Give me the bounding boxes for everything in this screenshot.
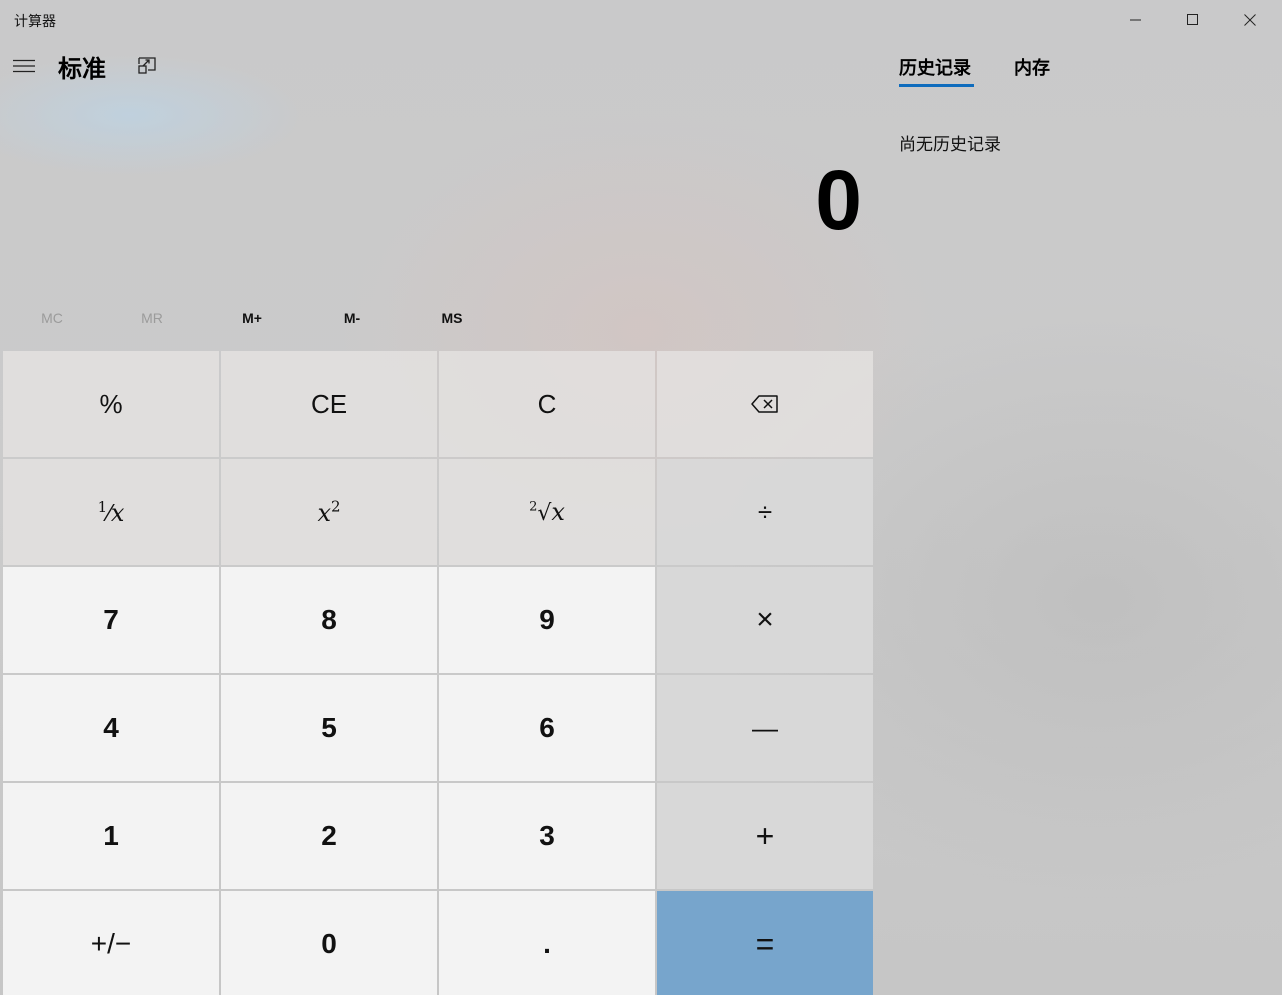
subtract-button[interactable]: — (657, 675, 873, 781)
maximize-button[interactable] (1165, 0, 1221, 40)
root-variable: x (551, 498, 565, 526)
square-variable: x (317, 498, 331, 527)
divide-label: ÷ (757, 496, 773, 527)
backspace-icon (751, 395, 778, 413)
decimal-button[interactable]: . (439, 891, 655, 995)
digit-2-button[interactable]: 2 (221, 783, 437, 889)
reciprocal-button[interactable]: 1⁄x (3, 459, 219, 565)
equals-button[interactable]: = (657, 891, 873, 995)
digit-label: 3 (539, 820, 555, 851)
close-button[interactable] (1222, 0, 1278, 40)
digit-6-button[interactable]: 6 (439, 675, 655, 781)
history-empty-message: 尚无历史记录 (899, 135, 1001, 155)
clear-entry-label: CE (310, 388, 348, 419)
digit-label: 7 (103, 604, 119, 635)
maximize-icon (1187, 14, 1198, 25)
digit-8-button[interactable]: 8 (221, 567, 437, 673)
memory-add-button[interactable]: M+ (202, 300, 302, 336)
memory-row: MC MR M+ M- MS (2, 300, 522, 336)
memory-recall-button[interactable]: MR (102, 300, 202, 336)
decimal-label: . (543, 928, 551, 959)
app-title: 计算器 (14, 14, 56, 30)
add-button[interactable]: + (657, 783, 873, 889)
reciprocal-numerator: 1 (97, 497, 108, 516)
digit-label: 6 (539, 712, 555, 743)
digit-3-button[interactable]: 3 (439, 783, 655, 889)
digit-0-button[interactable]: 0 (221, 891, 437, 995)
square-label: x2 (317, 497, 340, 528)
memory-clear-button[interactable]: MC (2, 300, 102, 336)
clear-label: C (537, 388, 557, 419)
equals-label: = (755, 925, 775, 962)
multiply-button[interactable]: × (657, 567, 873, 673)
negate-label: +/− (90, 928, 132, 959)
calculator-window: 计算器 标准 0 MC MR M+ M- MS % CE C 1⁄x x2 2√… (0, 0, 1282, 995)
square-root-label: 2√x (529, 498, 565, 526)
divide-button[interactable]: ÷ (657, 459, 873, 565)
subtract-label: — (752, 712, 778, 743)
keypad: % CE C 1⁄x x2 2√x ÷ 7 8 9 × 4 5 6 — 1 2 … (3, 351, 876, 995)
memory-store-button[interactable]: MS (402, 300, 502, 336)
backspace-button[interactable] (657, 351, 873, 457)
digit-label: 5 (321, 712, 337, 743)
memory-subtract-button[interactable]: M- (302, 300, 402, 336)
close-icon (1244, 14, 1256, 26)
tab-history[interactable]: 历史记录 (899, 54, 971, 88)
minimize-button[interactable] (1108, 0, 1164, 40)
square-exponent: 2 (331, 496, 341, 515)
add-label: + (755, 817, 775, 854)
clear-button[interactable]: C (439, 351, 655, 457)
square-root-button[interactable]: 2√x (439, 459, 655, 565)
result-display: 0 (815, 153, 862, 247)
digit-5-button[interactable]: 5 (221, 675, 437, 781)
title-bar: 计算器 (0, 0, 1282, 40)
digit-9-button[interactable]: 9 (439, 567, 655, 673)
percent-button[interactable]: % (3, 351, 219, 457)
minimize-icon (1130, 19, 1141, 21)
square-button[interactable]: x2 (221, 459, 437, 565)
digit-4-button[interactable]: 4 (3, 675, 219, 781)
page-title: 标准 (58, 55, 106, 83)
digit-label: 1 (103, 820, 119, 851)
tab-memory[interactable]: 内存 (1014, 54, 1050, 88)
keep-on-top-icon (138, 57, 156, 74)
active-tab-indicator (899, 84, 974, 87)
multiply-label: × (756, 603, 774, 636)
reciprocal-variable: x (110, 498, 125, 527)
reciprocal-label: 1⁄x (97, 497, 125, 527)
navigation-menu-button[interactable] (8, 50, 40, 82)
percent-label: % (99, 388, 123, 419)
clear-entry-button[interactable]: CE (221, 351, 437, 457)
negate-button[interactable]: +/− (3, 891, 219, 995)
digit-label: 9 (539, 604, 555, 635)
digit-label: 2 (321, 820, 337, 851)
keep-on-top-button[interactable] (132, 52, 162, 80)
digit-1-button[interactable]: 1 (3, 783, 219, 889)
digit-7-button[interactable]: 7 (3, 567, 219, 673)
hamburger-icon (13, 59, 35, 73)
digit-label: 0 (321, 928, 337, 959)
digit-label: 4 (103, 712, 119, 743)
digit-label: 8 (321, 604, 337, 635)
